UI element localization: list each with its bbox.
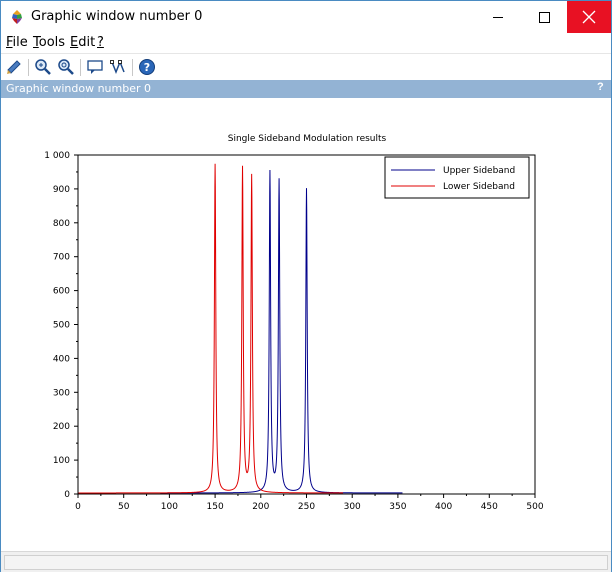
zoom-reset-button[interactable] [56,57,76,77]
scilab-icon [12,10,22,24]
y-tick-label: 500 [53,321,70,331]
status-field [4,555,608,570]
close-icon [582,10,596,24]
y-tick-label: 800 [53,219,70,229]
x-tick-label: 300 [344,502,361,512]
y-tick-label: 100 [53,456,70,466]
toolbar-separator [132,59,133,76]
x-tick-label: 0 [75,502,81,512]
x-tick-label: 100 [161,502,178,512]
edit-curve-button[interactable] [108,57,128,77]
menu-help[interactable]: ? [97,35,104,50]
x-tick-label: 350 [389,502,406,512]
series-line-lower [78,163,344,494]
menu-tools[interactable]: Tools [33,35,65,50]
x-tick-label: 150 [207,502,224,512]
x-tick-label: 450 [481,502,498,512]
title-bar[interactable]: Graphic window number 0 [1,1,611,33]
legend: Upper Sideband Lower Sideband [384,156,530,199]
graphic-window: Graphic window number 0 File Tools Edit … [0,0,612,572]
chart[interactable]: Single Sideband Modulation results 0 50 10… [1,98,611,551]
y-tick-label: 400 [53,354,70,364]
rotate-button[interactable] [4,57,24,77]
minimize-button[interactable] [475,1,521,33]
toolbar-separator [28,59,29,76]
panel-help-button[interactable]: ? [597,81,604,93]
y-tick-label: 300 [53,388,70,398]
y-tick-label: 1 000 [44,151,70,161]
maximize-icon [538,11,550,23]
chart-title: Single Sideband Modulation results [228,134,387,144]
menu-edit[interactable]: Edit [70,35,95,50]
close-button[interactable] [567,1,611,33]
x-tick-label: 250 [298,502,315,512]
panel-header: Graphic window number 0 ? [1,80,611,98]
zoom-reset-icon [58,59,74,75]
series-layer [78,163,403,494]
svg-text:?: ? [144,61,150,74]
menu-bar: File Tools Edit ? [1,33,611,53]
toolbar-separator [80,59,81,76]
rotate-icon [7,60,21,74]
y-tick-label: 900 [53,185,70,195]
x-tick-label: 500 [526,502,543,512]
menu-file[interactable]: File [6,35,28,50]
maximize-button[interactable] [521,1,567,33]
status-bar [1,551,611,572]
window-title: Graphic window number 0 [31,9,203,24]
edit-icon [110,59,125,75]
help-button[interactable]: ? [137,57,157,77]
minimize-icon [493,16,503,18]
zoom-button[interactable] [33,57,53,77]
ticks-layer: 0 50 100 150 200 250 300 350 400 450 500 0 100 200 300… [44,151,544,512]
toolbar: ? [1,53,611,80]
legend-label-upper: Upper Sideband [443,166,515,176]
plot-canvas[interactable]: Single Sideband Modulation results 0 50 10… [1,98,611,551]
datatip-button[interactable] [85,57,105,77]
y-tick-label: 0 [64,490,70,500]
x-tick-label: 200 [252,502,269,512]
x-tick-label: 400 [435,502,452,512]
x-tick-label: 50 [118,502,130,512]
series-line-upper [160,169,403,494]
datatip-icon [87,60,103,74]
y-tick-label: 700 [53,253,70,263]
help-icon: ? [139,59,155,75]
panel-title: Graphic window number 0 [6,82,151,95]
y-tick-label: 600 [53,287,70,297]
zoom-in-icon [35,59,51,75]
legend-label-lower: Lower Sideband [443,182,515,192]
y-tick-label: 200 [53,422,70,432]
